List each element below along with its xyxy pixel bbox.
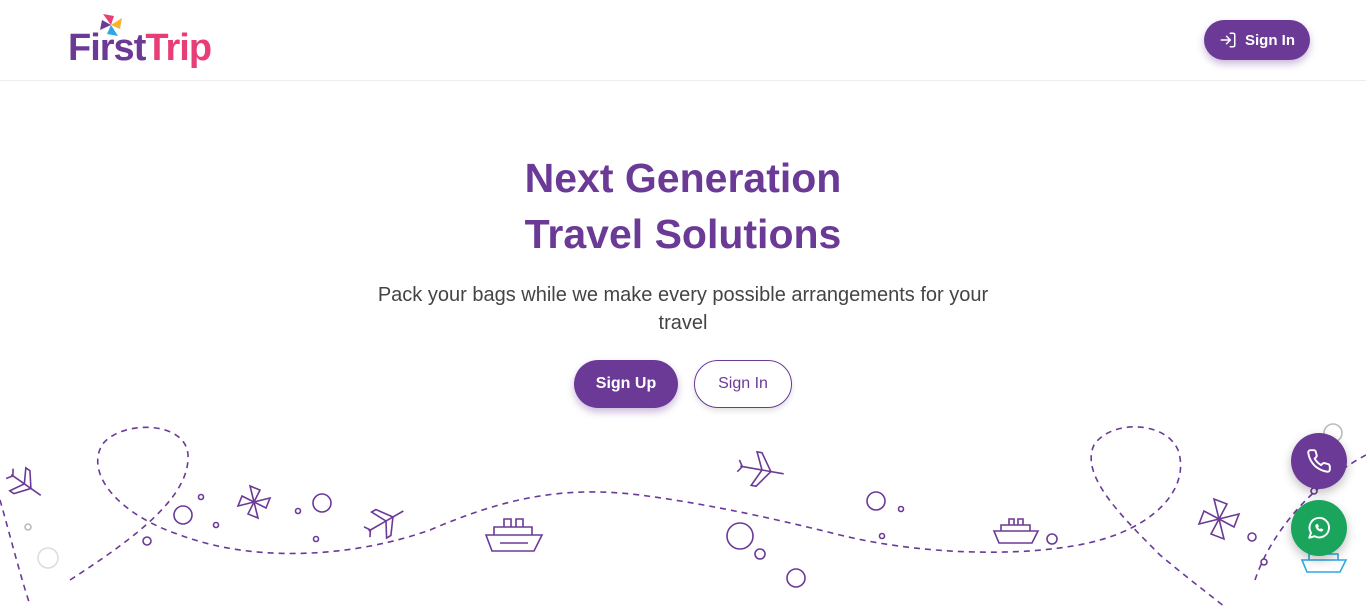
- header-signin-label: Sign In: [1245, 31, 1295, 49]
- whatsapp-icon: [1308, 516, 1330, 539]
- hero-title-line1: Next Generation: [524, 155, 842, 201]
- deco-circle: [24, 523, 32, 531]
- deco-circle: [726, 522, 754, 550]
- deco-circle: [897, 505, 905, 513]
- whatsapp-button[interactable]: [1291, 500, 1347, 556]
- logo-first: First: [68, 27, 146, 69]
- deco-circle: [866, 491, 886, 511]
- deco-circle: [37, 547, 59, 569]
- travel-illustration: [0, 423, 1366, 607]
- airplane-icon: [5, 466, 42, 496]
- ship-icon: [1300, 553, 1348, 573]
- deco-circle: [312, 535, 320, 543]
- logo-text: FirstTrip: [68, 26, 212, 70]
- hero-subtitle: Pack your bags while we make every possi…: [377, 284, 989, 334]
- header-signin-button[interactable]: Sign In: [1204, 20, 1310, 60]
- phone-icon: [1307, 449, 1331, 473]
- deco-circle: [1046, 533, 1058, 545]
- deco-circle: [212, 521, 220, 529]
- logo-trip: Trip: [145, 27, 212, 69]
- ship-icon: [992, 518, 1040, 544]
- deco-circle: [754, 548, 766, 560]
- deco-circle: [294, 507, 302, 515]
- top-header: FirstTrip Sign In: [0, 0, 1366, 81]
- deco-circle: [142, 536, 152, 546]
- signin-icon: [1220, 32, 1236, 48]
- call-button[interactable]: [1291, 433, 1347, 489]
- deco-circle: [1247, 532, 1257, 542]
- hero-signin-button[interactable]: Sign In: [694, 360, 792, 408]
- deco-circle: [197, 493, 205, 501]
- pinwheel-icon: [236, 484, 272, 520]
- hero-title: Next Generation Travel Solutions: [383, 150, 983, 262]
- hero-title-line2: Travel Solutions: [524, 211, 842, 257]
- firsttrip-logo[interactable]: FirstTrip: [68, 12, 238, 72]
- deco-circle: [878, 532, 886, 540]
- flight-path-left: [0, 426, 1226, 607]
- deco-circle: [173, 505, 193, 525]
- ship-icon: [484, 518, 544, 552]
- deco-circle: [312, 493, 332, 513]
- signup-button[interactable]: Sign Up: [574, 360, 678, 408]
- deco-circle: [786, 568, 806, 588]
- airplane-icon: [736, 450, 784, 488]
- pinwheel-icon: [1197, 497, 1241, 541]
